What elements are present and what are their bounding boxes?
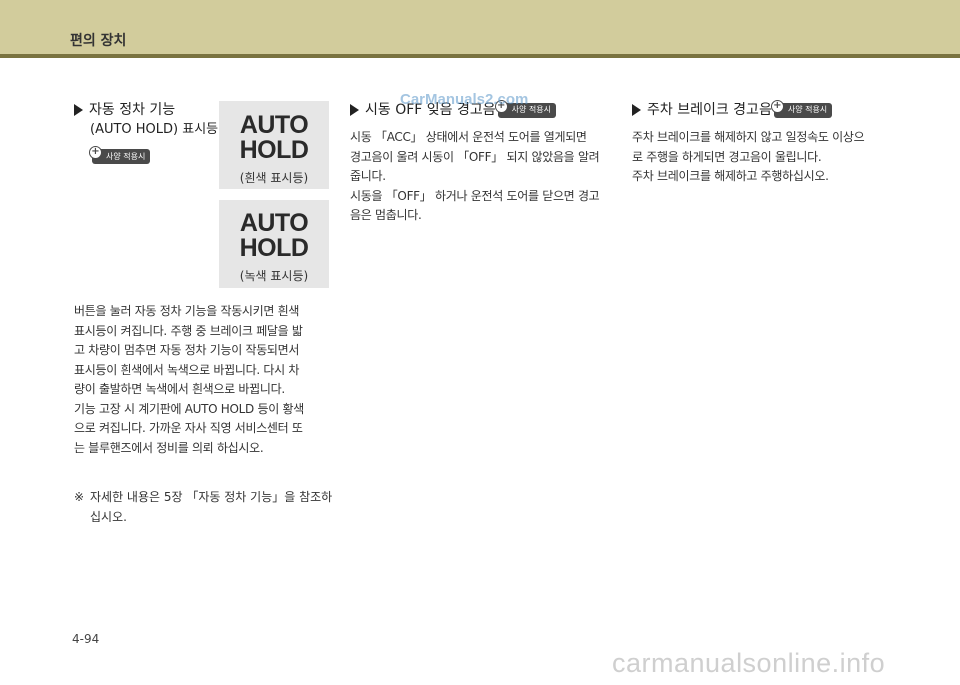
text-line: 경고음이 울려 시동이 「OFF」 되지 않았음을 알려 (350, 149, 600, 164)
section-title: 편의 장치 (70, 33, 127, 49)
parking-brake-heading-text: 주차 브레이크 경고음 (647, 102, 772, 118)
text-line: 음은 멈춥니다. (350, 208, 422, 222)
option-badge: + 사양 적용시 (89, 146, 151, 164)
watermark-bottom: carmanualsonline.info (612, 648, 886, 678)
note-mark-icon: ※ (74, 490, 85, 504)
indicator-caption: (녹색 표시등) (239, 269, 309, 283)
text-line: 량이 출발하면 녹색에서 흰색으로 바뀝니다. (74, 382, 285, 396)
auto-hold-description: 버튼을 눌러 자동 정차 기능을 작동시키면 흰색 표시등이 켜집니다. 주행 … (74, 302, 336, 458)
indicator-text-auto: AUTO (239, 209, 309, 237)
triangle-bullet-icon (350, 104, 359, 116)
text-line: 는 블루핸즈에서 정비를 의뢰 하십시오. (74, 440, 264, 455)
header-bar: 편의 장치 (0, 0, 960, 54)
indicator-text-hold: HOLD (239, 234, 309, 262)
text-line: 표시등이 켜집니다. 주행 중 브레이크 페달을 밟 (74, 323, 303, 338)
text-line: 로 주행을 하게되면 경고음이 울립니다. (632, 149, 822, 164)
option-badge-label: 사양 적용시 (106, 152, 146, 161)
text-line: 주차 브레이크를 해제하고 주행하십시오. (632, 169, 829, 183)
indicator-text-hold: HOLD (239, 136, 309, 164)
green-indicator-figure: AUTO HOLD (녹색 표시등) (219, 200, 329, 288)
triangle-bullet-icon (74, 104, 83, 116)
header-divider (0, 54, 960, 58)
watermark-top: CarManuals2.com (400, 91, 529, 108)
triangle-bullet-icon (632, 104, 641, 116)
note-line: 자세한 내용은 5장 「자동 정차 기능」을 참조하 (90, 490, 333, 504)
plus-icon: + (89, 146, 102, 159)
text-line: 줍니다. (350, 169, 386, 183)
text-line: 기능 고장 시 계기판에 AUTO HOLD 등이 황색 (74, 401, 304, 416)
text-line: 시동을 「OFF」 하거나 운전석 도어를 닫으면 경고 (350, 188, 600, 203)
text-line: 으로 켜집니다. 가까운 자사 직영 서비스센터 또 (74, 421, 303, 435)
parking-brake-warning-section: 주차 브레이크 경고음 + 사양 적용시 주차 브레이크를 해제하지 않고 일정… (632, 99, 902, 187)
white-indicator-figure: AUTO HOLD (흰색 표시등) (219, 101, 329, 189)
ignition-off-warning-section: 시동 OFF 잊음 경고음 + 사양 적용시 시동 「ACC」 상태에서 운전석… (350, 99, 610, 226)
text-line: 고 차량이 멈추면 자동 정차 기능이 작동되면서 (74, 343, 300, 357)
plus-icon: + (770, 99, 784, 113)
parking-brake-heading: 주차 브레이크 경고음 + 사양 적용시 (632, 99, 902, 120)
option-badge: + 사양 적용시 (770, 99, 833, 118)
page-number: 4-94 (72, 632, 100, 646)
text-line: 버튼을 눌러 자동 정차 기능을 작동시키면 흰색 (74, 304, 300, 318)
text-line: 주차 브레이크를 해제하지 않고 일정속도 이상으 (632, 130, 865, 144)
indicator-caption: (흰색 표시등) (239, 171, 309, 185)
option-badge-label: 사양 적용시 (787, 105, 828, 114)
text-line: 시동 「ACC」 상태에서 운전석 도어를 열게되면 (350, 130, 587, 144)
text-line: 표시등이 흰색에서 녹색으로 바뀝니다. 다시 차 (74, 362, 300, 377)
reference-note: ※ 자세한 내용은 5장 「자동 정차 기능」을 참조하 십시오. (74, 487, 336, 527)
note-line: 십시오. (90, 510, 127, 524)
parking-brake-description: 주차 브레이크를 해제하지 않고 일정속도 이상으 로 주행을 하게되면 경고음… (632, 128, 902, 187)
auto-hold-heading-text: 자동 정차 기능 (89, 102, 176, 118)
indicator-text-auto: AUTO (239, 111, 309, 139)
ignition-off-description: 시동 「ACC」 상태에서 운전석 도어를 열게되면 경고음이 울려 시동이 「… (350, 128, 610, 226)
